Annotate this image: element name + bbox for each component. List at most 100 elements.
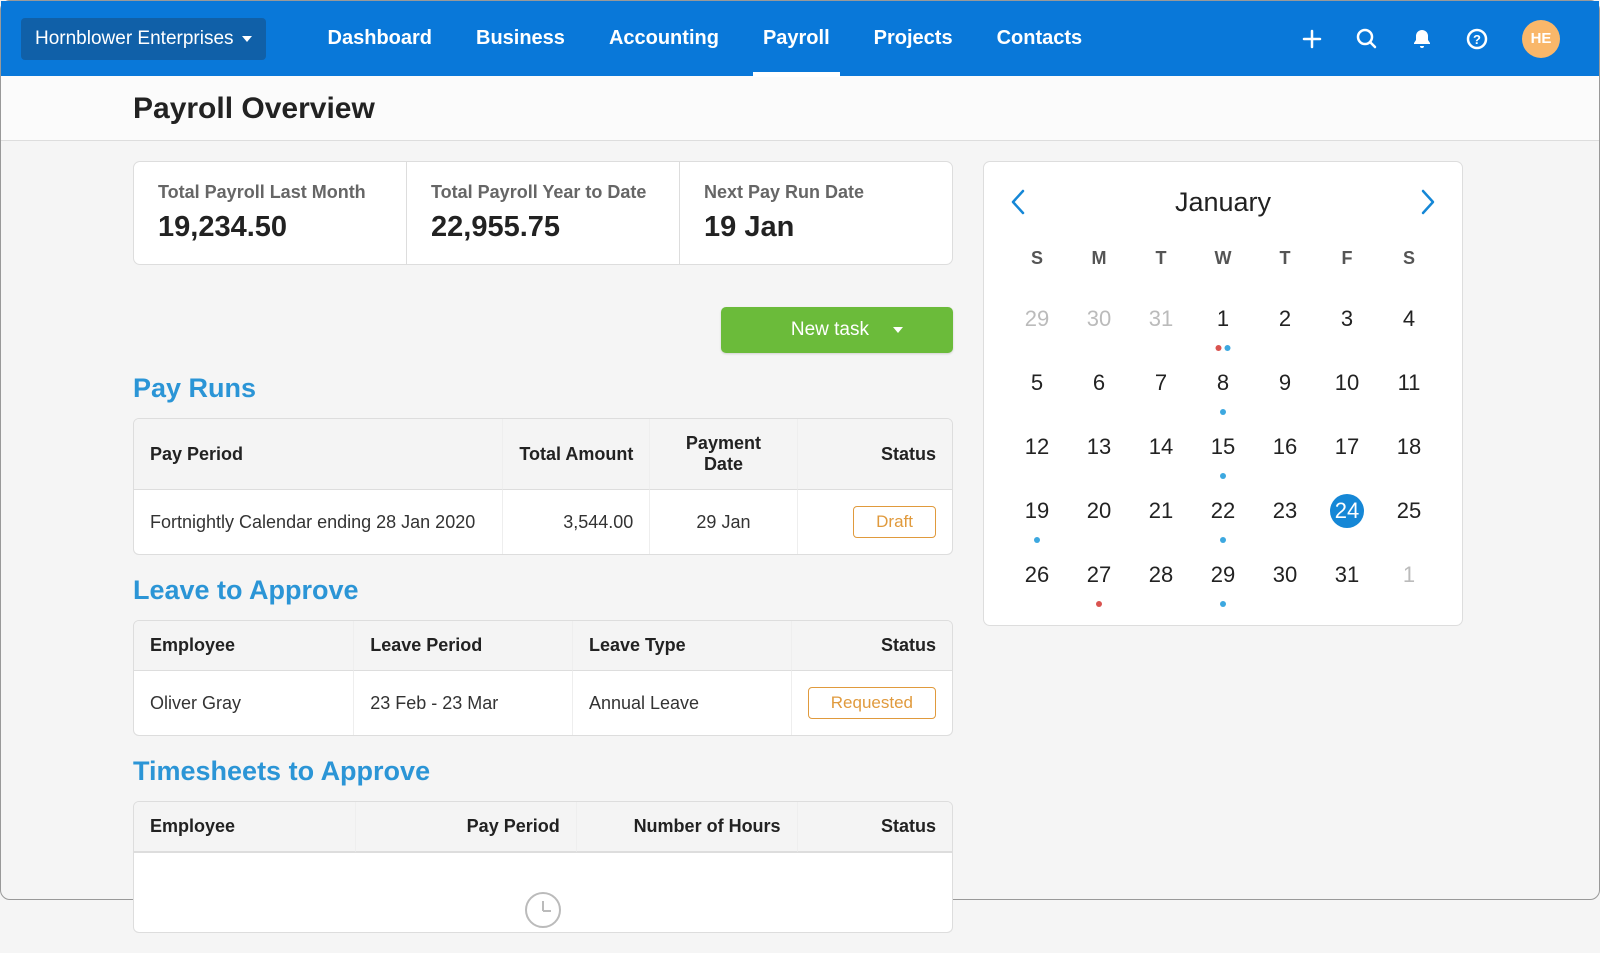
cell-status: Draft xyxy=(797,490,952,554)
calendar-day[interactable]: 9 xyxy=(1254,361,1316,405)
calendar-grid: SMTWTFS293031123456789101112131415161718… xyxy=(1006,248,1440,597)
content: Total Payroll Last Month19,234.50Total P… xyxy=(1,141,1599,953)
avatar-initials: HE xyxy=(1531,30,1552,47)
calendar-day[interactable]: 31 xyxy=(1130,297,1192,341)
event-dot xyxy=(1220,473,1226,479)
clock-icon xyxy=(525,892,561,928)
calendar-day[interactable]: 21 xyxy=(1130,489,1192,533)
nav-dashboard[interactable]: Dashboard xyxy=(306,1,454,76)
calendar-day[interactable]: 26 xyxy=(1006,553,1068,597)
nav-contacts[interactable]: Contacts xyxy=(975,1,1105,76)
status-badge: Requested xyxy=(808,687,936,719)
calendar-dow: M xyxy=(1068,248,1130,277)
calendar-day[interactable]: 11 xyxy=(1378,361,1440,405)
calendar-day[interactable]: 13 xyxy=(1068,425,1130,469)
timesheets-title: Timesheets to Approve xyxy=(133,756,953,787)
cell-amount: 3,544.00 xyxy=(502,490,649,554)
chevron-down-icon xyxy=(893,327,903,333)
cell-employee: Oliver Gray xyxy=(134,671,353,735)
calendar-day[interactable]: 19 xyxy=(1006,489,1068,533)
calendar-day[interactable]: 10 xyxy=(1316,361,1378,405)
col-employee: Employee xyxy=(134,802,355,852)
calendar-month: January xyxy=(1175,187,1271,218)
calendar-day[interactable]: 16 xyxy=(1254,425,1316,469)
calendar-day[interactable]: 14 xyxy=(1130,425,1192,469)
calendar: January SMTWTFS2930311234567891011121314… xyxy=(983,161,1463,626)
col-leave-period: Leave Period xyxy=(353,621,572,671)
summary-card: Total Payroll Year to Date22,955.75 xyxy=(407,162,680,264)
col-total-amount: Total Amount xyxy=(502,419,649,490)
leave-table: Employee Leave Period Leave Type Status … xyxy=(133,620,953,736)
calendar-day[interactable]: 7 xyxy=(1130,361,1192,405)
calendar-day[interactable]: 28 xyxy=(1130,553,1192,597)
calendar-day[interactable]: 17 xyxy=(1316,425,1378,469)
calendar-header: January xyxy=(1006,184,1440,220)
calendar-next-button[interactable] xyxy=(1416,184,1440,220)
calendar-day[interactable]: 29 xyxy=(1006,297,1068,341)
calendar-day[interactable]: 6 xyxy=(1068,361,1130,405)
cell-period: Fortnightly Calendar ending 28 Jan 2020 xyxy=(134,490,502,554)
calendar-day[interactable]: 4 xyxy=(1378,297,1440,341)
calendar-day-dots xyxy=(1220,601,1226,607)
calendar-day[interactable]: 18 xyxy=(1378,425,1440,469)
calendar-day[interactable]: 30 xyxy=(1068,297,1130,341)
calendar-day[interactable]: 30 xyxy=(1254,553,1316,597)
calendar-day-dots xyxy=(1220,409,1226,415)
search-icon[interactable] xyxy=(1356,28,1378,50)
table-row[interactable]: Oliver Gray23 Feb - 23 MarAnnual LeaveRe… xyxy=(134,671,952,735)
nav-projects[interactable]: Projects xyxy=(852,1,975,76)
calendar-day[interactable]: 31 xyxy=(1316,553,1378,597)
calendar-day[interactable]: 12 xyxy=(1006,425,1068,469)
calendar-day-dots xyxy=(1216,345,1231,351)
calendar-dow: T xyxy=(1254,248,1316,277)
calendar-day[interactable]: 2 xyxy=(1254,297,1316,341)
col-payment-date: Payment Date xyxy=(649,419,796,490)
calendar-day[interactable]: 27 xyxy=(1068,553,1130,597)
calendar-dow: W xyxy=(1192,248,1254,277)
nav-business[interactable]: Business xyxy=(454,1,587,76)
event-dot xyxy=(1096,601,1102,607)
calendar-day[interactable]: 29 xyxy=(1192,553,1254,597)
col-pay-period: Pay Period xyxy=(134,419,502,490)
timesheets-table: Employee Pay Period Number of Hours Stat… xyxy=(133,801,953,853)
new-task-label: New task xyxy=(791,319,869,341)
new-task-button[interactable]: New task xyxy=(721,307,953,353)
calendar-day-dots xyxy=(1220,537,1226,543)
calendar-day[interactable]: 25 xyxy=(1378,489,1440,533)
page-title-bar: Payroll Overview xyxy=(1,76,1599,141)
calendar-day[interactable]: 24 xyxy=(1316,489,1378,533)
bell-icon[interactable] xyxy=(1412,28,1432,50)
summary-card: Next Pay Run Date19 Jan xyxy=(680,162,952,264)
cell-type: Annual Leave xyxy=(572,671,791,735)
calendar-day[interactable]: 22 xyxy=(1192,489,1254,533)
calendar-day[interactable]: 8 xyxy=(1192,361,1254,405)
calendar-day[interactable]: 1 xyxy=(1192,297,1254,341)
calendar-day[interactable]: 20 xyxy=(1068,489,1130,533)
calendar-prev-button[interactable] xyxy=(1006,184,1030,220)
svg-text:?: ? xyxy=(1473,32,1481,47)
org-name: Hornblower Enterprises xyxy=(35,28,234,50)
col-hours: Number of Hours xyxy=(576,802,797,852)
event-dot xyxy=(1220,409,1226,415)
nav-icons: ? HE xyxy=(1302,20,1560,58)
nav-accounting[interactable]: Accounting xyxy=(587,1,741,76)
calendar-day[interactable]: 1 xyxy=(1378,553,1440,597)
calendar-day[interactable]: 15 xyxy=(1192,425,1254,469)
col-status: Status xyxy=(791,621,952,671)
card-label: Total Payroll Year to Date xyxy=(431,182,655,203)
help-icon[interactable]: ? xyxy=(1466,28,1488,50)
col-status: Status xyxy=(797,419,952,490)
org-switcher[interactable]: Hornblower Enterprises xyxy=(21,18,266,60)
nav-payroll[interactable]: Payroll xyxy=(741,1,852,76)
table-row[interactable]: Fortnightly Calendar ending 28 Jan 20203… xyxy=(134,490,952,554)
col-employee: Employee xyxy=(134,621,353,671)
calendar-day[interactable]: 5 xyxy=(1006,361,1068,405)
avatar[interactable]: HE xyxy=(1522,20,1560,58)
card-value: 19,234.50 xyxy=(158,211,382,244)
calendar-day[interactable]: 23 xyxy=(1254,489,1316,533)
leave-title: Leave to Approve xyxy=(133,575,953,606)
summary-cards: Total Payroll Last Month19,234.50Total P… xyxy=(133,161,953,265)
timesheets-empty xyxy=(133,853,953,933)
plus-icon[interactable] xyxy=(1302,29,1322,49)
calendar-day[interactable]: 3 xyxy=(1316,297,1378,341)
